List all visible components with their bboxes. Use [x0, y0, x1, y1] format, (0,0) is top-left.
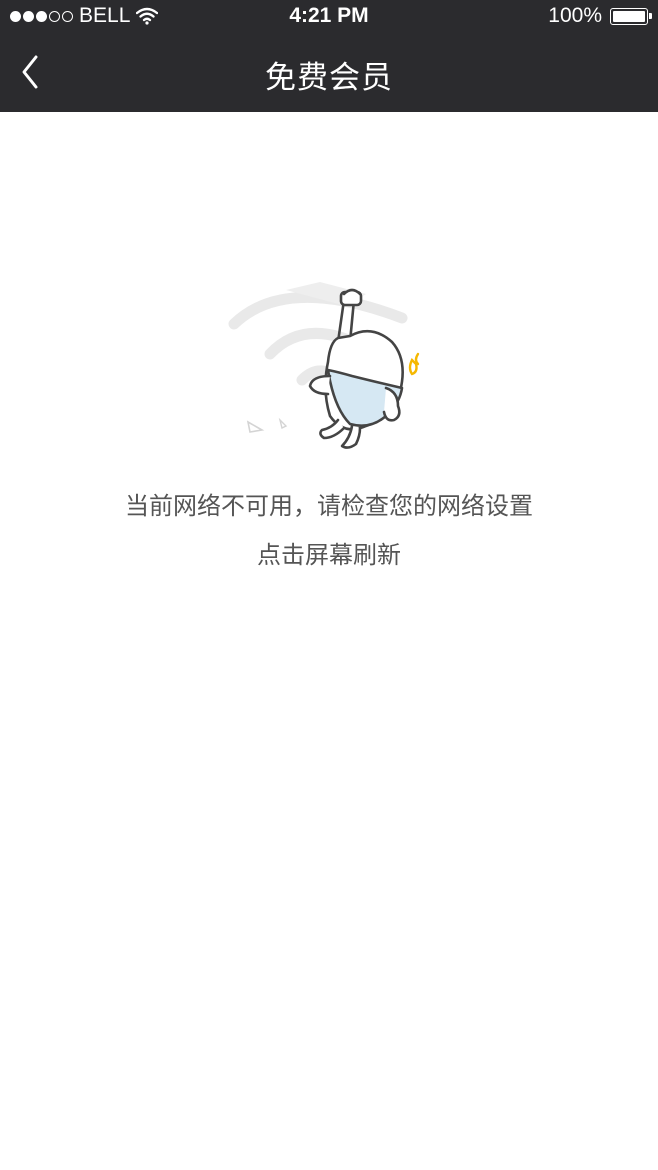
no-network-illustration [228, 282, 420, 449]
battery-percent: 100% [548, 4, 602, 27]
tap-to-refresh-label[interactable]: 点击屏幕刷新 [0, 535, 658, 570]
page-title: 免费会员 [265, 60, 393, 96]
sweat-drop-icon [408, 352, 420, 376]
network-error-message: 当前网络不可用，请检查您的网络设置 [125, 492, 533, 520]
status-right: 100% [548, 4, 652, 28]
debris-shape [278, 417, 288, 430]
status-bar: BELL 4:21 PM 100% [0, 0, 658, 32]
navigation-bar: 免费会员 [0, 32, 658, 112]
top-bar: BELL 4:21 PM 100% 免费会员 [0, 0, 658, 112]
battery-icon [610, 7, 652, 25]
debris-shape [246, 420, 265, 433]
